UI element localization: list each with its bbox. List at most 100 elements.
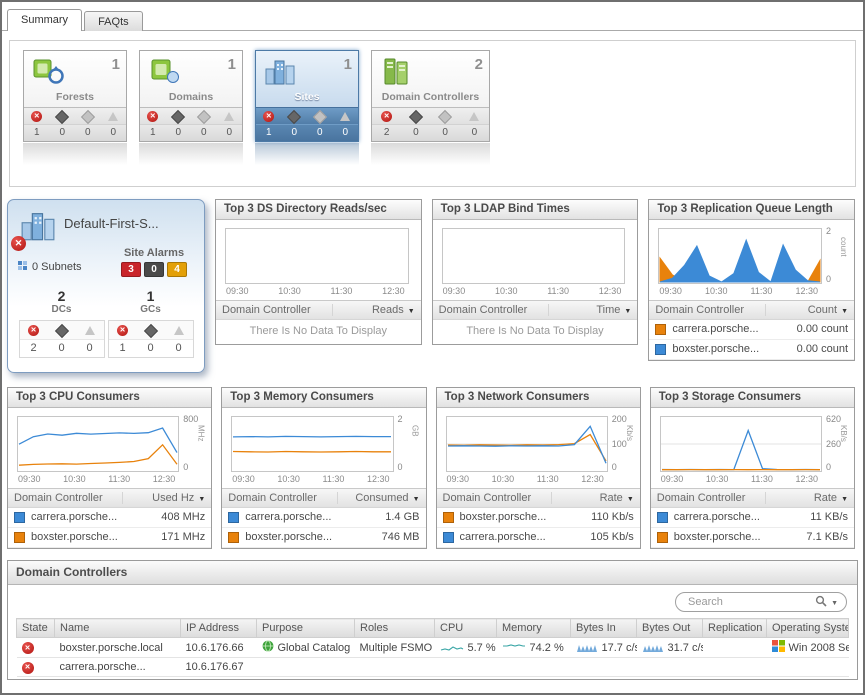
warning-icon [197,109,211,123]
overview-tiles: 1 Forests 1000 1 [9,40,856,187]
series-swatch [655,344,666,355]
search-box[interactable] [675,592,847,612]
tile-alarm-icons [24,107,126,124]
tile-reflection [371,143,490,165]
tile-label: Forests [24,90,126,107]
x-axis-labels: 09:3010:3011:3012:30 [446,472,608,488]
table-row[interactable]: boxster.porsche... 7.1 KB/s [651,528,854,548]
x-axis-labels: 09:3010:3011:3012:30 [660,472,822,488]
col-name[interactable]: Name [55,619,181,638]
ldap-chart [442,228,626,284]
memory-chart [231,416,393,472]
sort-dropdown-icon[interactable] [408,304,415,316]
tab-bar: Summary FAQts [2,2,863,31]
col-bytes-in[interactable]: Bytes In [571,619,637,638]
sort-dropdown-icon[interactable] [198,492,205,504]
col-bytes-out[interactable]: Bytes Out [637,619,703,638]
table-header-row: State Name IP Address Purpose Roles CPU … [17,619,849,638]
series-swatch [657,512,668,523]
fatal-count-badge[interactable]: 3 [121,262,141,277]
col-os[interactable]: Operating System [767,619,849,638]
x-axis-labels: 09:3010:3011:3012:30 [442,284,626,300]
tile-alarm-icons [372,107,489,124]
y-axis: 200 100 0 Kb/s [608,416,636,472]
tile-forests[interactable]: 1 Forests 1000 [23,50,127,142]
table-row[interactable]: carrera.porsche... 0.00 count [649,320,854,340]
col-purpose[interactable]: Purpose [257,619,355,638]
y-axis: 800 0 MHz [179,416,207,472]
cpu-sparkline-icon [440,642,464,653]
tab-faqts-label: FAQts [98,16,129,28]
tile-alarm-icons [256,107,358,124]
tile-domains[interactable]: 1 Domains 1000 [139,50,243,142]
domain-controllers-count: 2 [475,56,483,73]
col-ip[interactable]: IP Address [181,619,257,638]
col-state[interactable]: State [17,619,55,638]
y-axis-unit: GB [411,425,420,437]
sort-dropdown-icon[interactable] [624,304,631,316]
site-name: Default-First-S... [64,216,159,231]
tile-label: Domain Controllers [372,90,489,107]
col-cpu[interactable]: CPU [435,619,497,638]
critical-count-badge[interactable]: 0 [144,262,164,277]
tab-summary[interactable]: Summary [7,9,82,31]
col-memory[interactable]: Memory [497,619,571,638]
search-icon[interactable] [815,595,827,610]
panel-title: Top 3 Storage Consumers [651,388,854,408]
table-row[interactable]: carrera.porsche... 105 Kb/s [437,528,640,548]
table-row[interactable]: carrera.porsche... 11 KB/s [651,508,854,528]
table-row[interactable]: carrera.porsche... 10.6.176.67 [17,658,849,677]
table-row[interactable]: boxster.porsche... 110 Kb/s [437,508,640,528]
dc-count: 2 [17,288,106,304]
gc-count: 1 [106,288,195,304]
tile-reflection [139,143,243,165]
no-data-message: There Is No Data To Display [433,320,638,344]
table-row[interactable]: boxster.porsche.local 10.6.176.66 Global… [17,638,849,658]
tile-label: Sites [256,90,358,107]
section-title: Domain Controllers [8,561,857,585]
col-roles[interactable]: Roles [355,619,435,638]
sort-dropdown-icon[interactable] [841,304,848,316]
subnets-count: 0 Subnets [17,260,82,274]
table-row[interactable]: boxster.porsche... 0.00 count [649,340,854,360]
storage-chart [660,416,822,472]
panel-title: Top 3 DS Directory Reads/sec [216,200,421,220]
dc-count-label: DCs [17,304,106,315]
panel-table-header: Domain Controller Time [433,300,638,320]
network-chart [446,416,608,472]
panel-title: Top 3 Network Consumers [437,388,640,408]
fatal-icon [31,111,42,122]
warning-triangle-icon [224,112,234,121]
x-axis-labels: 09:3010:3011:3012:30 [225,284,409,300]
panel-table-header: Domain Controller Consumed [222,488,425,508]
ad-dashboard: Summary FAQts 1 Forests 1000 [0,0,865,695]
col-replication[interactable]: Replication [703,619,767,638]
warning-count-badge[interactable]: 4 [167,262,187,277]
sites-icon [262,56,298,89]
panel-table-header: Domain Controller Reads [216,300,421,320]
panel-table-header: Domain Controller Rate [437,488,640,508]
tile-sites[interactable]: 1 Sites 1000 [255,50,359,142]
search-input[interactable] [686,595,811,609]
series-swatch [228,512,239,523]
warning-icon [85,326,95,335]
table-row[interactable]: boxster.porsche... 171 MHz [8,528,211,548]
sort-dropdown-icon[interactable] [413,492,420,504]
warning-triangle-icon [340,112,350,121]
dc-alarm-table: 200 [19,320,105,358]
tile-domain-controllers[interactable]: 2 Domain Controllers 2000 [371,50,490,142]
tile-alarm-counts: 1000 [256,124,358,141]
site-card-default-first-site[interactable]: Default-First-S... 0 Subnets Site Alarms… [7,199,205,373]
sort-dropdown-icon[interactable] [627,492,634,504]
tab-faqts[interactable]: FAQts [84,11,143,31]
table-row[interactable]: carrera.porsche... 1.4 GB [222,508,425,528]
table-row[interactable]: boxster.porsche... 746 MB [222,528,425,548]
fatal-icon [147,111,158,122]
table-row[interactable]: carrera.porsche... 408 MHz [8,508,211,528]
tile-reflection [255,143,359,165]
critical-icon [143,323,157,337]
sort-dropdown-icon[interactable] [841,492,848,504]
domains-icon [146,56,182,89]
ds-reads-chart [225,228,409,284]
search-options-dropdown-icon[interactable] [831,596,838,608]
